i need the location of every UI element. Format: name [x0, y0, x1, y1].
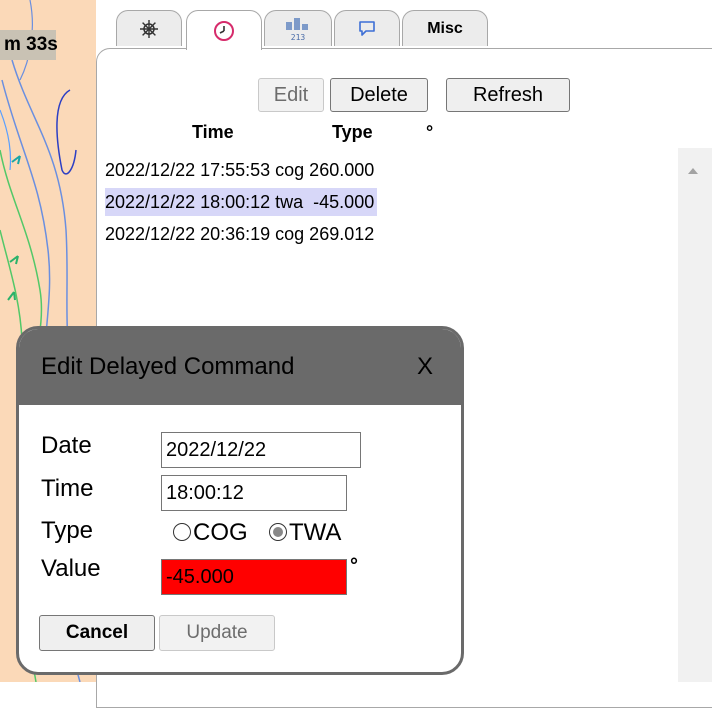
- race-timer: m 33s: [0, 30, 58, 60]
- close-button[interactable]: X: [417, 353, 433, 381]
- dialog-header[interactable]: Edit Delayed Command X: [19, 329, 461, 405]
- time-label: Time: [41, 475, 94, 502]
- date-label: Date: [41, 432, 92, 459]
- degree-unit: °: [350, 555, 358, 577]
- twa-radio-label[interactable]: TWA: [289, 519, 341, 547]
- scrollbar[interactable]: [678, 148, 712, 682]
- edit-button[interactable]: Edit: [258, 78, 324, 112]
- refresh-button[interactable]: Refresh: [446, 78, 570, 112]
- tab-polar[interactable]: 213: [264, 10, 332, 46]
- column-header-type[interactable]: Type: [332, 122, 373, 143]
- update-button[interactable]: Update: [159, 615, 275, 651]
- tab-wheel[interactable]: [116, 10, 182, 46]
- delete-button[interactable]: Delete: [330, 78, 428, 112]
- ship-wheel-icon: [140, 19, 158, 38]
- type-label: Type: [41, 517, 94, 544]
- cog-radio-label[interactable]: COG: [193, 519, 248, 547]
- clock-icon: [214, 20, 234, 41]
- edit-delayed-command-dialog: Edit Delayed Command X Date 2022/12/22 T…: [16, 326, 464, 675]
- twa-radio[interactable]: [269, 523, 287, 541]
- tab-misc[interactable]: Misc: [402, 10, 488, 46]
- date-field[interactable]: 2022/12/22: [161, 432, 361, 468]
- command-row[interactable]: 2022/12/22 17:55:53 cog 260.000: [105, 156, 374, 184]
- cancel-button[interactable]: Cancel: [39, 615, 155, 651]
- value-field[interactable]: -45.000: [161, 559, 347, 595]
- tab-chat[interactable]: [334, 10, 400, 46]
- value-label: Value: [41, 555, 101, 582]
- scroll-up-arrow-icon[interactable]: [688, 168, 698, 174]
- command-row-selected[interactable]: 2022/12/22 18:00:12 twa -45.000: [105, 188, 378, 216]
- polar-chart-icon: 213: [286, 17, 308, 42]
- tab-misc-label: Misc: [427, 19, 463, 37]
- dialog-title: Edit Delayed Command: [41, 353, 295, 380]
- command-row[interactable]: 2022/12/22 20:36:19 cog 269.012: [105, 220, 374, 248]
- tab-delayed-commands[interactable]: [186, 10, 262, 50]
- time-field[interactable]: 18:00:12: [161, 475, 347, 511]
- polar-icon-text: 213: [291, 33, 306, 42]
- cog-radio[interactable]: [173, 523, 191, 541]
- column-header-time[interactable]: Time: [192, 122, 234, 143]
- column-header-value[interactable]: °: [426, 122, 433, 143]
- speech-bubble-icon: [359, 20, 375, 36]
